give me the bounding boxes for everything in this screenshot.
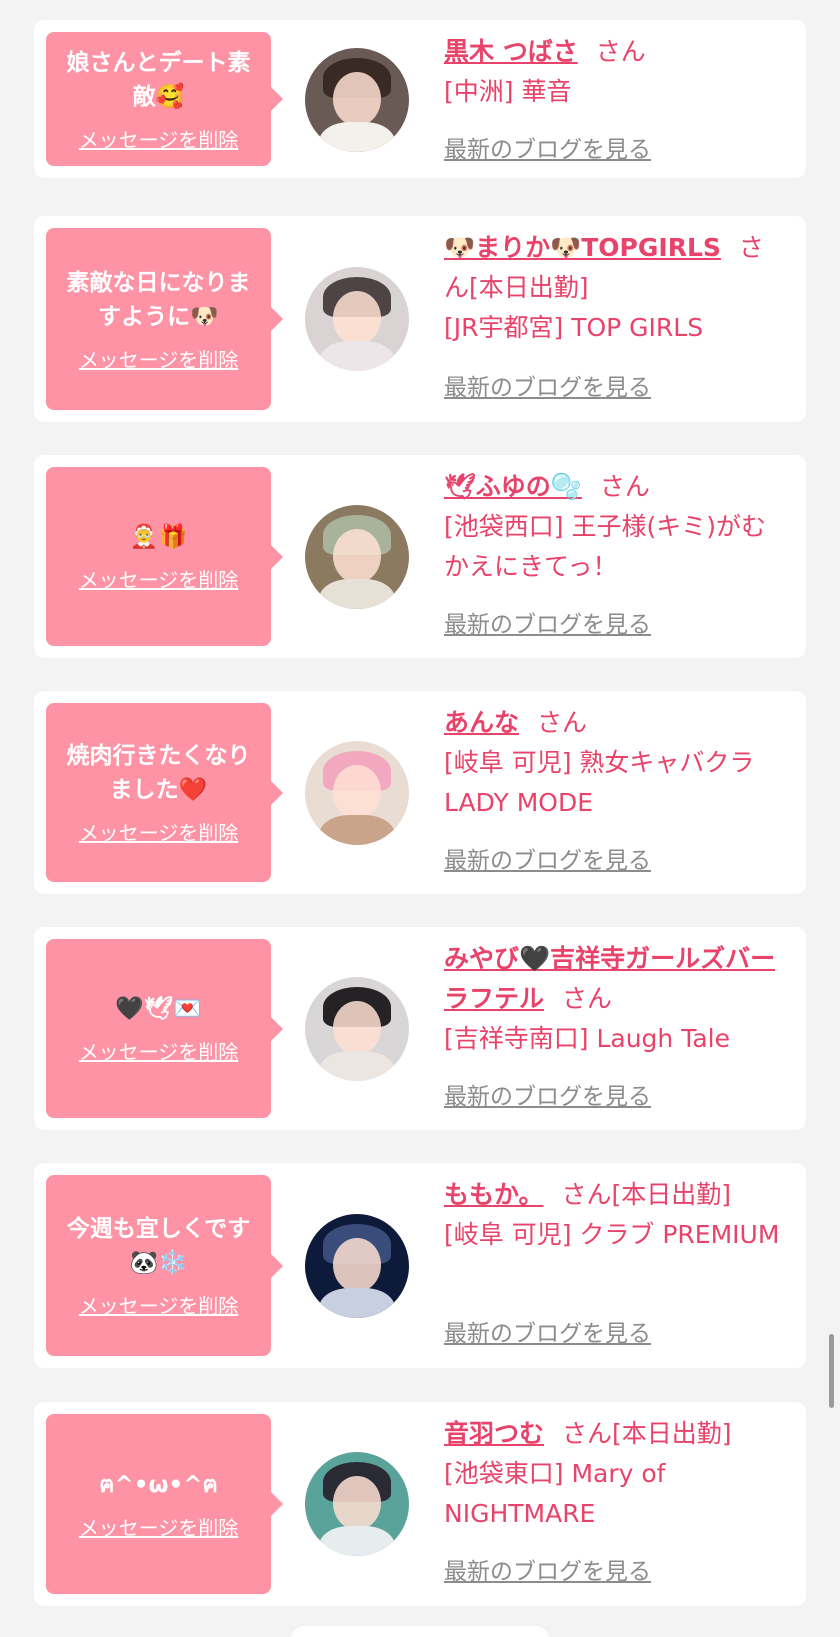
message-card: 🖤🕊💌 メッセージを削除 みやび🖤吉祥寺ガールズバーラフテル さん [吉祥寺南口]… [34,927,806,1130]
message-card: 今週も宜しくです🐼❄️ メッセージを削除 ももか。 さん[本日出勤] [岐阜 可児… [34,1163,806,1368]
cast-name-link[interactable]: 🐶まりか🐶TOPGIRLS [444,233,721,262]
message-card: 🤶🎁 メッセージを削除 🕊ふゆの🫧 さん [池袋西口] 王子様(キミ)がむかえにき… [34,455,806,658]
status-label: [本日出勤] [612,1419,732,1448]
latest-blog-link[interactable]: 最新のブログを見る [444,1552,651,1586]
cast-info: 黒木 つばさ さん [中洲] 華音 [444,32,788,112]
message-card: 素敵な日になりますように🐶 メッセージを削除 🐶まりか🐶TOPGIRLS さん[本… [34,216,806,422]
status-label: [本日出勤] [611,1180,732,1209]
avatar[interactable] [305,1452,409,1556]
avatar[interactable] [305,1214,409,1318]
avatar[interactable] [305,977,409,1081]
delete-message-link[interactable]: メッセージを削除 [79,564,239,593]
honorific: さん [537,708,588,737]
shop-name: [池袋東口] Mary of NIGHTMARE [444,1459,666,1528]
honorific: さん [595,37,646,66]
delete-message-link[interactable]: メッセージを削除 [79,124,239,153]
latest-blog-link[interactable]: 最新のブログを見る [444,368,651,402]
avatar[interactable] [305,267,409,371]
avatar[interactable] [305,741,409,845]
cast-name-link[interactable]: 音羽つむ [444,1419,544,1448]
cast-name-link[interactable]: 黒木 つばさ [444,37,578,66]
latest-blog-link[interactable]: 最新のブログを見る [444,130,651,164]
message-text: 🖤🕊💌 [115,996,202,1022]
message-card: ฅ^•ω•^ฅ メッセージを削除 音羽つむ さん[本日出勤] [池袋東口] Mar… [34,1402,806,1606]
message-card: 娘さんとデート素敵🥰 メッセージを削除 黒木 つばさ さん [中洲] 華音 最新の… [34,20,806,178]
message-text: 焼肉行きたくなりました❤️ [66,743,251,803]
status-label: [本日出勤] [469,273,589,302]
message-bubble: 今週も宜しくです🐼❄️ メッセージを削除 [46,1175,283,1356]
cast-name-link[interactable]: ももか。 [444,1180,544,1209]
avatar[interactable] [305,505,409,609]
message-bubble: 🖤🕊💌 メッセージを削除 [46,939,283,1118]
message-text: 🤶🎁 [129,524,188,550]
scrollbar[interactable] [829,1334,834,1408]
cast-info: ももか。 さん[本日出勤] [岐阜 可児] クラブ PREMIUM [444,1175,788,1255]
message-text: 素敵な日になりますように🐶 [66,269,251,330]
message-bubble: 娘さんとデート素敵🥰 メッセージを削除 [46,32,283,166]
shop-name: [岐阜 可児] クラブ PREMIUM [444,1220,780,1249]
cast-info: 音羽つむ さん[本日出勤] [池袋東口] Mary of NIGHTMARE [444,1414,788,1534]
cast-name-link[interactable]: 🕊ふゆの🫧 [444,472,582,501]
avatar[interactable] [305,48,409,152]
latest-blog-link[interactable]: 最新のブログを見る [444,605,651,639]
cast-info: あんな さん [岐阜 可児] 熟女キャバクラ LADY MODE [444,703,788,823]
honorific: さん [561,1180,612,1209]
cast-info: 🕊ふゆの🫧 さん [池袋西口] 王子様(キミ)がむかえにきてっ！ [444,467,788,587]
message-text: 今週も宜しくです🐼❄️ [66,1216,251,1276]
delete-message-link[interactable]: メッセージを削除 [79,1036,239,1065]
bottom-bar [290,1626,550,1637]
shop-name: [中洲] 華音 [444,77,572,106]
delete-message-link[interactable]: メッセージを削除 [79,1290,239,1319]
shop-name: [岐阜 可児] 熟女キャバクラ LADY MODE [444,748,755,817]
delete-message-link[interactable]: メッセージを削除 [79,817,239,846]
honorific: さん [562,1419,613,1448]
message-bubble: 🤶🎁 メッセージを削除 [46,467,283,646]
delete-message-link[interactable]: メッセージを削除 [79,344,239,373]
message-card: 焼肉行きたくなりました❤️ メッセージを削除 あんな さん [岐阜 可児] 熟女キ… [34,691,806,894]
message-bubble: ฅ^•ω•^ฅ メッセージを削除 [46,1414,283,1594]
message-bubble: 焼肉行きたくなりました❤️ メッセージを削除 [46,703,283,882]
honorific: さん [562,984,613,1013]
honorific: さん [599,472,650,501]
message-text: 娘さんとデート素敵🥰 [66,49,251,110]
message-bubble: 素敵な日になりますように🐶 メッセージを削除 [46,228,283,410]
latest-blog-link[interactable]: 最新のブログを見る [444,841,651,875]
shop-name: [吉祥寺南口] Laugh Tale [444,1024,730,1053]
cast-info: 🐶まりか🐶TOPGIRLS さん[本日出勤] [JR宇都宮] TOP GIRLS [444,228,788,348]
latest-blog-link[interactable]: 最新のブログを見る [444,1314,651,1348]
delete-message-link[interactable]: メッセージを削除 [79,1512,239,1541]
message-list: 娘さんとデート素敵🥰 メッセージを削除 黒木 つばさ さん [中洲] 華音 最新の… [0,0,840,1637]
shop-name: [池袋西口] 王子様(キミ)がむかえにきてっ！ [444,512,766,581]
shop-name: [JR宇都宮] TOP GIRLS [444,313,704,342]
latest-blog-link[interactable]: 最新のブログを見る [444,1077,651,1111]
message-text: ฅ^•ω•^ฅ [99,1471,218,1498]
cast-info: みやび🖤吉祥寺ガールズバーラフテル さん [吉祥寺南口] Laugh Tale [444,939,788,1059]
cast-name-link[interactable]: あんな [444,708,519,737]
